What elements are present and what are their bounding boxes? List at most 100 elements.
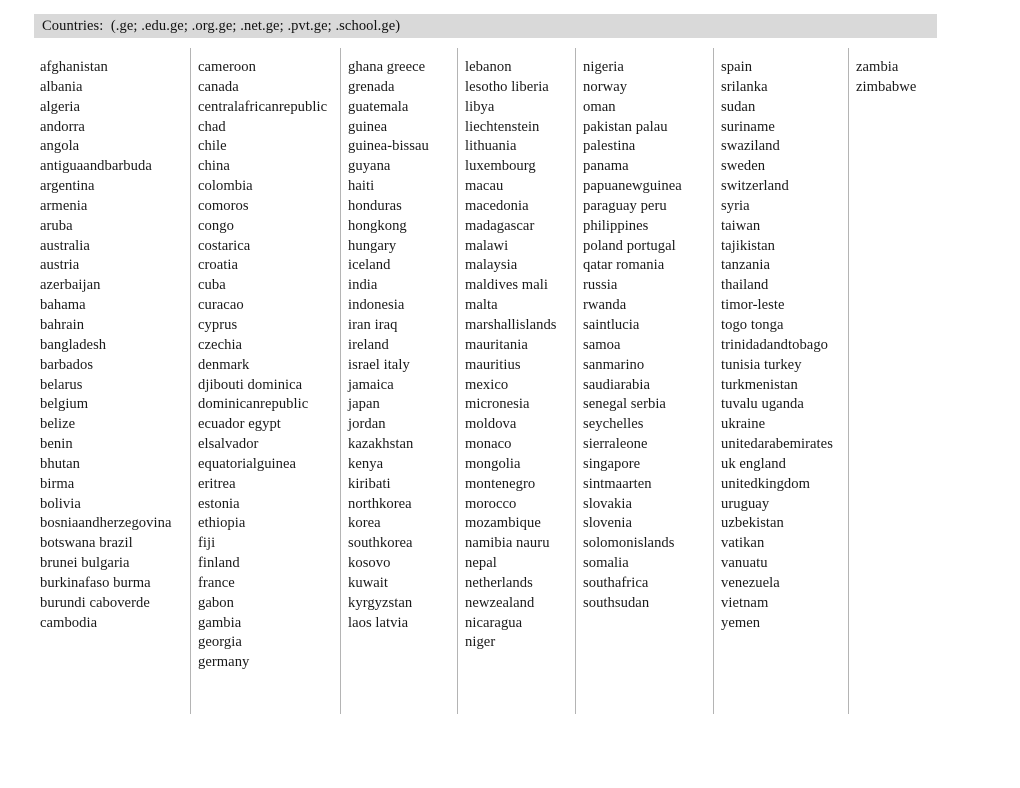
country-entry: kenya xyxy=(348,455,384,472)
country-entry: equatorialguinea xyxy=(198,455,297,472)
country-entry: pakistan palau xyxy=(583,118,668,135)
country-entry: slovakia xyxy=(583,495,633,512)
country-entry: bolivia xyxy=(40,495,81,512)
country-entry: lesotho liberia xyxy=(465,78,549,95)
country-entry: zambia xyxy=(856,59,899,75)
country-entry: bahrain xyxy=(40,316,85,333)
country-entry: chad xyxy=(198,118,226,135)
country-entry: gabon xyxy=(198,594,234,611)
country-entry: canada xyxy=(198,78,239,95)
country-columns: afghanistan albania algeria andorra angola an… xyxy=(0,48,1020,714)
country-entry: czechia xyxy=(198,336,243,353)
country-column-list-0: afghanistan albania algeria andorra angola an… xyxy=(34,58,190,633)
country-entry: albania xyxy=(40,78,83,95)
country-entry: costarica xyxy=(198,237,251,254)
country-entry: srilanka xyxy=(721,78,768,95)
country-entry: palestina xyxy=(583,138,636,155)
country-entry: venezuela xyxy=(721,574,780,591)
country-entry: korea xyxy=(348,515,381,532)
country-entry: honduras xyxy=(348,197,402,214)
country-entry: australia xyxy=(40,237,90,254)
country-entry: congo xyxy=(198,217,234,234)
country-entry: sudan xyxy=(721,98,756,115)
country-entry: tuvalu uganda xyxy=(721,396,804,413)
country-entry: ukraine xyxy=(721,416,766,433)
country-entry: morocco xyxy=(465,495,517,512)
country-entry: poland portugal xyxy=(583,237,676,254)
country-entry: oman xyxy=(583,98,616,115)
country-entry: france xyxy=(198,574,235,591)
country-entry: benin xyxy=(40,436,73,453)
country-entry: sintmaarten xyxy=(583,475,652,492)
country-entry: sweden xyxy=(721,158,766,175)
country-entry: nepal xyxy=(465,555,497,572)
country-entry: panama xyxy=(583,158,629,175)
country-entry: mauritius xyxy=(465,356,521,373)
country-entry: rwanda xyxy=(583,297,627,314)
country-entry: barbados xyxy=(40,356,94,373)
country-entry: belize xyxy=(40,416,76,433)
country-entry: slovenia xyxy=(583,515,633,532)
country-entry: newzealand xyxy=(465,594,535,611)
country-entry: kiribati xyxy=(348,475,391,492)
country-entry: netherlands xyxy=(465,574,533,591)
country-column-6: zambia zimbabwe xyxy=(848,48,988,714)
country-entry: cyprus xyxy=(198,316,238,333)
country-entry: spain xyxy=(721,59,753,75)
country-entry: afghanistan xyxy=(40,59,108,75)
country-entry: jamaica xyxy=(348,376,394,393)
country-entry: antiguaandbarbuda xyxy=(40,158,152,175)
country-entry: hongkong xyxy=(348,217,407,234)
country-entry: aruba xyxy=(40,217,73,234)
country-entry: belgium xyxy=(40,396,89,413)
country-entry: algeria xyxy=(40,98,81,115)
country-entry: curacao xyxy=(198,297,244,314)
country-entry: qatar romania xyxy=(583,257,665,274)
country-entry: eritrea xyxy=(198,475,236,492)
country-entry: taiwan xyxy=(721,217,761,234)
country-entry: saudiarabia xyxy=(583,376,650,393)
country-entry: azerbaijan xyxy=(40,277,101,294)
country-entry: colombia xyxy=(198,178,253,195)
country-entry: tajikistan xyxy=(721,237,776,254)
country-entry: haiti xyxy=(348,178,375,195)
country-entry: somalia xyxy=(583,555,629,572)
country-entry: vietnam xyxy=(721,594,769,611)
country-entry: india xyxy=(348,277,378,294)
country-entry: ghana greece xyxy=(348,59,426,75)
country-entry: philippines xyxy=(583,217,649,234)
country-entry: estonia xyxy=(198,495,240,512)
country-column-0: afghanistan albania algeria andorra angola an… xyxy=(34,48,190,714)
country-entry: birma xyxy=(40,475,75,492)
country-entry: vanuatu xyxy=(721,555,768,572)
country-entry: paraguay peru xyxy=(583,197,667,214)
country-entry: centralafricanrepublic xyxy=(198,98,328,115)
country-entry: saintlucia xyxy=(583,316,640,333)
country-entry: maldives mali xyxy=(465,277,548,294)
country-entry: suriname xyxy=(721,118,775,135)
page-title: Countries: (.ge; .edu.ge; .org.ge; .net.… xyxy=(42,17,401,34)
country-entry: kosovo xyxy=(348,555,391,572)
country-entry: timor-leste xyxy=(721,297,785,314)
country-entry: northkorea xyxy=(348,495,412,512)
country-entry: solomonislands xyxy=(583,535,675,552)
country-entry: malta xyxy=(465,297,498,314)
country-entry: macedonia xyxy=(465,197,529,214)
country-column-list-3: lebanon lesotho liberia libya liechtenstein… xyxy=(458,58,575,653)
country-entry: lebanon xyxy=(465,59,512,75)
country-entry: mexico xyxy=(465,376,509,393)
country-entry: guinea xyxy=(348,118,388,135)
country-entry: kyrgyzstan xyxy=(348,594,413,611)
country-entry: kazakhstan xyxy=(348,436,414,453)
country-entry: southkorea xyxy=(348,535,413,552)
country-entry: cuba xyxy=(198,277,226,294)
country-entry: lithuania xyxy=(465,138,517,155)
country-entry: southafrica xyxy=(583,574,649,591)
country-entry: mozambique xyxy=(465,515,541,532)
country-entry: bangladesh xyxy=(40,336,107,353)
country-entry: monaco xyxy=(465,436,512,453)
country-entry: southsudan xyxy=(583,594,650,611)
country-entry: georgia xyxy=(198,634,242,651)
country-column-list-6: zambia zimbabwe xyxy=(849,58,988,98)
country-entry: togo tonga xyxy=(721,316,784,333)
